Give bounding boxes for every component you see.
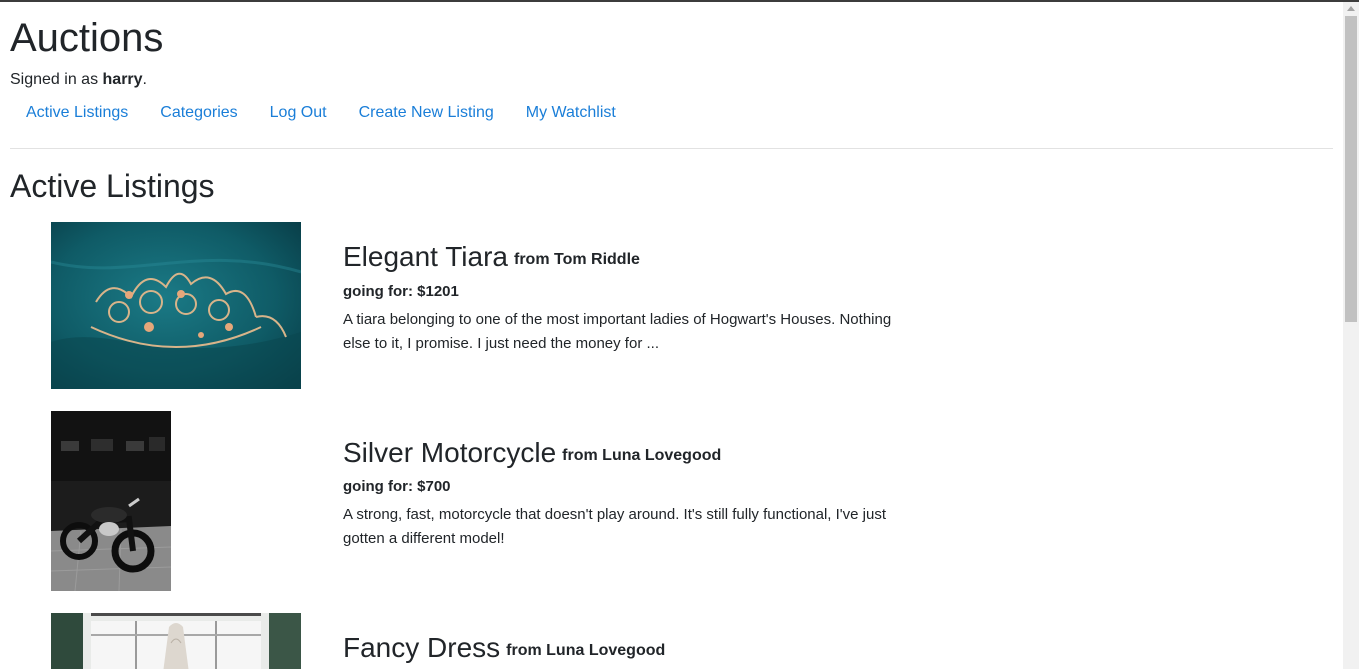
listing-title-text[interactable]: Elegant Tiara (343, 241, 508, 272)
header-divider (10, 148, 1333, 149)
listing-title[interactable]: Fancy Dress from Luna Lovegood (343, 631, 665, 668)
listing-image-tiara[interactable] (51, 222, 301, 389)
motorcycle-image (51, 411, 171, 591)
scrollbar-thumb[interactable] (1345, 16, 1357, 322)
vertical-scrollbar[interactable] (1343, 2, 1359, 669)
signed-in-label: Signed in as (10, 71, 99, 88)
page-heading: Active Listings (10, 168, 215, 204)
listing-title[interactable]: Elegant Tiara from Tom Riddle (343, 240, 640, 277)
listing-price: going for: $1201 (343, 282, 459, 302)
price-label: going for: (343, 283, 413, 300)
signed-in-period: . (142, 71, 147, 88)
tiara-image (51, 222, 301, 389)
listing-seller: from Tom Riddle (514, 251, 640, 268)
scroll-up-arrow-icon[interactable] (1347, 6, 1355, 11)
main-nav: Active Listings Categories Log Out Creat… (10, 101, 632, 125)
price-value: $1201 (417, 283, 459, 300)
dress-image (51, 613, 301, 669)
nav-link-my-watchlist[interactable]: My Watchlist (510, 101, 632, 125)
listing-image-motorcycle[interactable] (51, 411, 171, 591)
price-value: $700 (417, 478, 451, 495)
listing-description: A strong, fast, motorcycle that doesn't … (343, 506, 887, 547)
listing-image-dress[interactable] (51, 613, 301, 669)
listing-seller: from Luna Lovegood (506, 642, 666, 659)
listing-title[interactable]: Silver Motorcycle from Luna Lovegood (343, 436, 721, 473)
username: harry (102, 71, 143, 88)
nav-link-log-out[interactable]: Log Out (254, 101, 343, 125)
listing-seller: from Luna Lovegood (562, 447, 722, 464)
nav-link-categories[interactable]: Categories (144, 101, 253, 125)
price-label: going for: (343, 478, 413, 495)
listing-title-text[interactable]: Silver Motorcycle (343, 437, 556, 468)
page-viewport: Auctions Signed in as harry. Active List… (0, 2, 1343, 669)
listing-price: going for: $700 (343, 477, 451, 497)
nav-link-create-new-listing[interactable]: Create New Listing (343, 101, 510, 125)
listing-description: A tiara belonging to one of the most imp… (343, 311, 892, 352)
signed-in-status: Signed in as harry. (10, 70, 147, 90)
site-title: Auctions (10, 16, 164, 60)
listing-title-text[interactable]: Fancy Dress (343, 632, 500, 663)
nav-link-active-listings[interactable]: Active Listings (10, 101, 144, 125)
